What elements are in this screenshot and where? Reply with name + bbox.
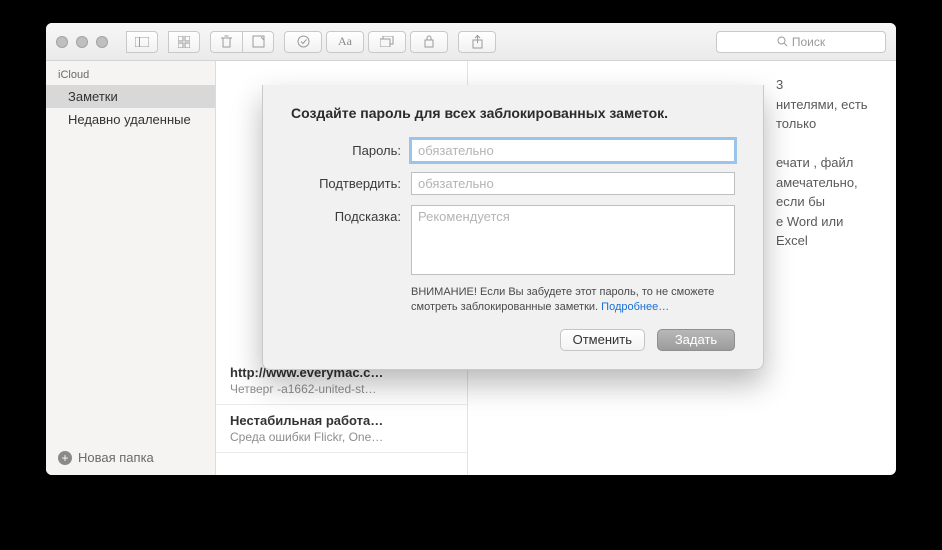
layout-segmented	[168, 31, 200, 53]
list-item[interactable]: http://www.everymac.c… Четверг -a1662-un…	[216, 357, 467, 405]
zoom-window-button[interactable]	[96, 36, 108, 48]
compose-icon	[252, 35, 265, 48]
check-circle-icon	[297, 35, 310, 48]
plus-circle-icon: +	[58, 451, 72, 465]
list-item[interactable]: Нестабильная работа… Среда ошибки Flickr…	[216, 405, 467, 453]
window-controls	[56, 36, 108, 48]
titlebar: Aa Поиск	[46, 23, 896, 61]
note-title: Нестабильная работа…	[230, 413, 453, 428]
new-folder-label: Новая папка	[78, 450, 154, 465]
notes-window: Aa Поиск iCloud Заметки	[46, 23, 896, 475]
share-icon	[472, 35, 483, 49]
view-segmented	[126, 31, 158, 53]
share-group	[458, 31, 496, 53]
delete-button[interactable]	[210, 31, 242, 53]
note-list: http://www.everymac.c… Четверг -a1662-un…	[216, 61, 468, 475]
sidebar-item-notes[interactable]: Заметки	[46, 85, 215, 108]
content-fragment: 3 нителями, есть только ечати , файл аме…	[486, 75, 878, 251]
lock-button[interactable]	[410, 31, 448, 53]
note-subtitle: Четверг -a1662-united-st…	[230, 382, 453, 396]
note-actions-segmented	[210, 31, 274, 53]
note-subtitle: Среда ошибки Flickr, One…	[230, 430, 453, 444]
main-body: iCloud Заметки Недавно удаленные + Новая…	[46, 61, 896, 475]
search-placeholder: Поиск	[792, 35, 825, 49]
folders-sidebar: iCloud Заметки Недавно удаленные + Новая…	[46, 61, 216, 475]
note-title: http://www.everymac.c…	[230, 365, 453, 380]
sidebar-item-label: Недавно удаленные	[68, 112, 191, 127]
text-format-icon: Aa	[338, 34, 352, 49]
sidebar-item-label: Заметки	[68, 89, 118, 104]
search-icon	[777, 36, 788, 47]
minimize-window-button[interactable]	[76, 36, 88, 48]
sidebar-section-header: iCloud	[46, 61, 215, 85]
trash-icon	[221, 35, 232, 48]
list-view-button[interactable]	[126, 31, 158, 53]
photos-icon	[380, 36, 394, 47]
share-button[interactable]	[458, 31, 496, 53]
new-folder-button[interactable]: + Новая папка	[46, 440, 215, 475]
checklist-button[interactable]	[284, 31, 322, 53]
new-note-button[interactable]	[242, 31, 274, 53]
lock-icon	[424, 35, 434, 48]
search-field[interactable]: Поиск	[716, 31, 886, 53]
format-group: Aa	[284, 31, 448, 53]
note-content[interactable]: 3 нителями, есть только ечати , файл аме…	[468, 61, 896, 475]
sidebar-item-recently-deleted[interactable]: Недавно удаленные	[46, 108, 215, 131]
grid-icon	[178, 36, 190, 48]
format-button[interactable]: Aa	[326, 31, 364, 53]
sidebar-icon	[135, 37, 149, 47]
close-window-button[interactable]	[56, 36, 68, 48]
grid-view-button[interactable]	[168, 31, 200, 53]
attachments-button[interactable]	[368, 31, 406, 53]
